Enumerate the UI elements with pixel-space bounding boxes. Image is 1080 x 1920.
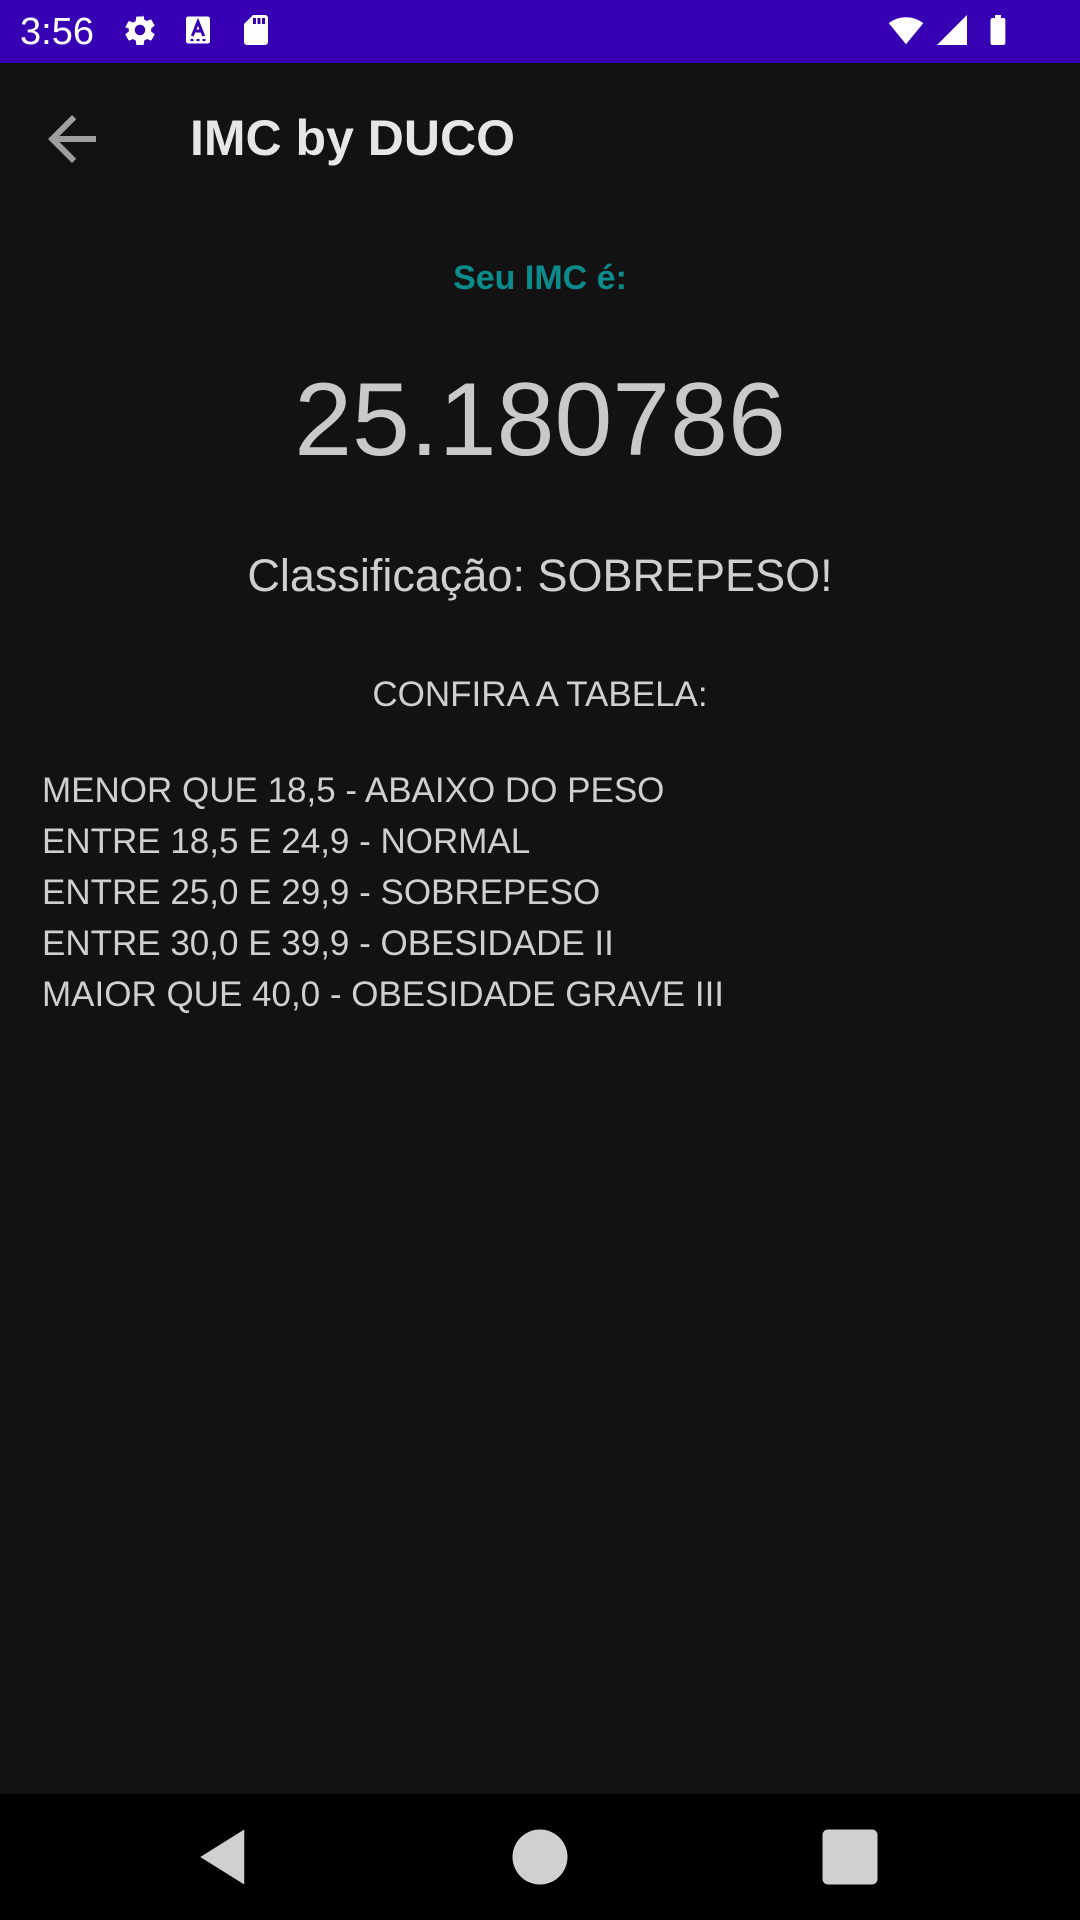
status-bar: 3:56 [0,0,1080,63]
imc-label: Seu IMC é: [453,259,627,297]
table-row: ENTRE 25,0 E 29,9 - SOBREPESO [42,873,601,912]
app-bar: IMC by DUCO [0,63,1080,210]
arrow-back-icon[interactable] [36,103,108,175]
classification-text: Classificação: SOBREPESO! [247,550,833,601]
navigation-bar [0,1794,1080,1920]
settings-icon [122,12,158,48]
status-time: 3:56 [20,11,94,53]
battery-icon [980,12,1016,48]
page-title: IMC by DUCO [190,110,515,166]
signal-icon [934,12,970,48]
table-row: MENOR QUE 18,5 - ABAIXO DO PESO [42,771,665,810]
table-row: MAIOR QUE 40,0 - OBESIDADE GRAVE III [42,975,725,1014]
screen: 3:56 IMC by DUCO Seu IMC é: 25.180786 Cl… [0,0,1080,1920]
font-icon [180,12,216,48]
table-heading: CONFIRA A TABELA: [372,675,708,714]
imc-value: 25.180786 [294,362,786,478]
table-row: ENTRE 18,5 E 24,9 - NORMAL [42,822,531,861]
recents-square-icon[interactable] [817,1824,883,1890]
sd-card-icon [238,12,274,48]
home-circle-icon[interactable] [507,1824,573,1890]
wifi-icon [888,12,924,48]
back-triangle-icon[interactable] [192,1824,258,1890]
classification-table: MENOR QUE 18,5 - ABAIXO DO PESO ENTRE 18… [42,765,724,1020]
table-row: ENTRE 30,0 E 39,9 - OBESIDADE II [42,924,614,963]
